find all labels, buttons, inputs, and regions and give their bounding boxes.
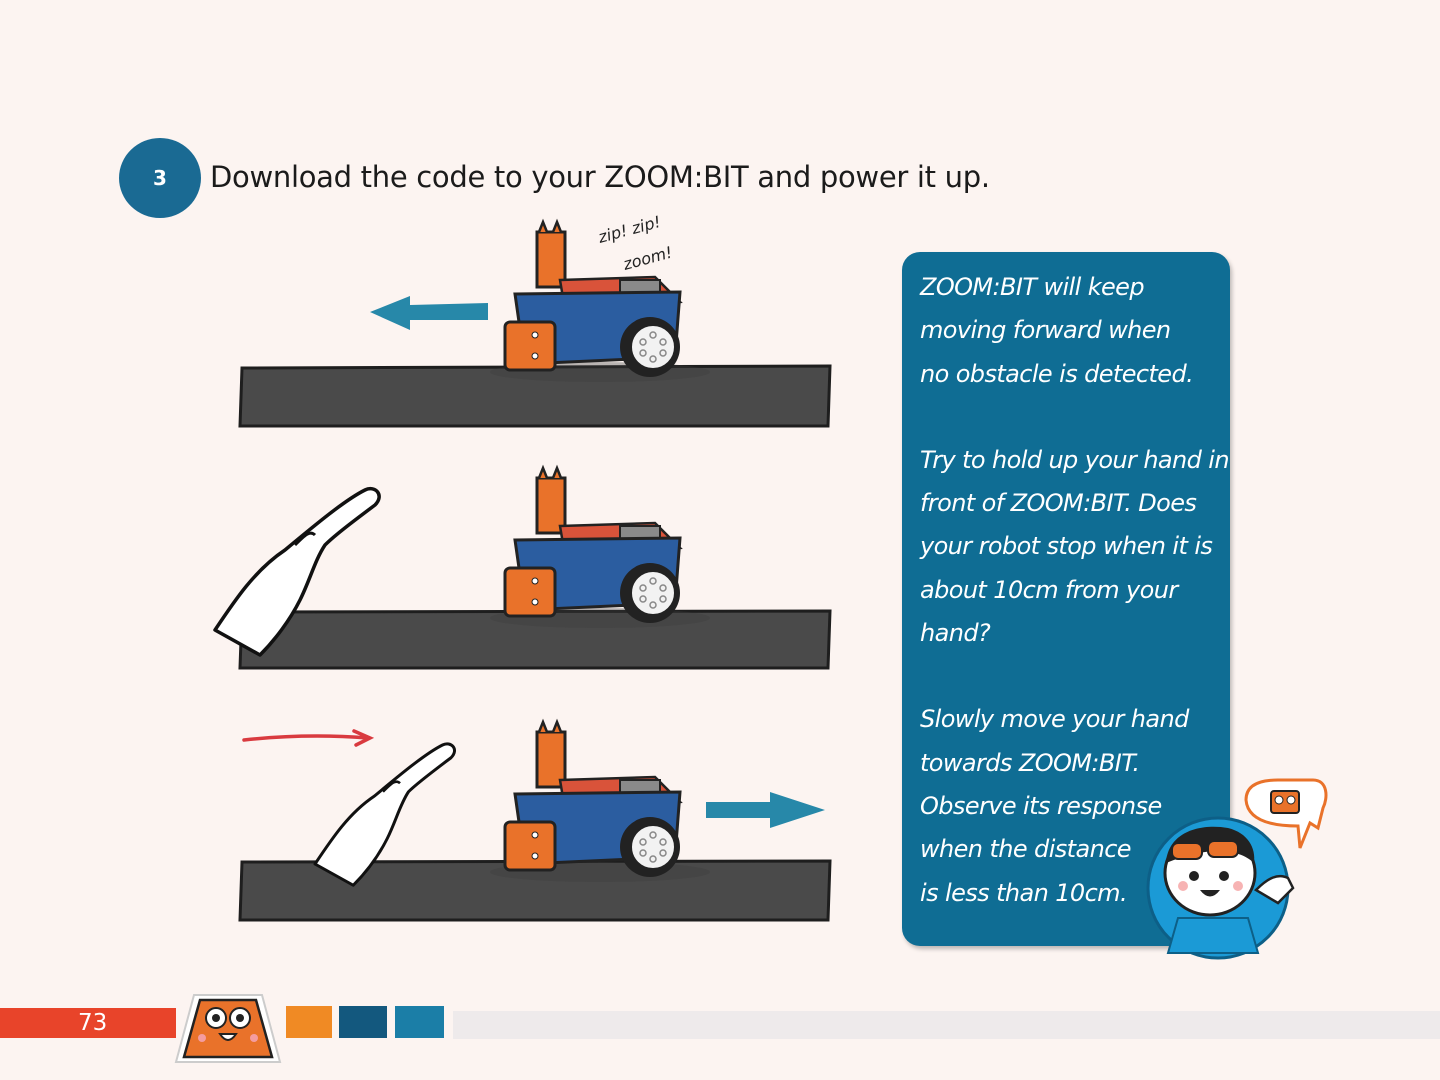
robot-illustration: zip! zip! zoom! [213,215,832,922]
info-line: Try to hold up your hand in [920,445,1230,474]
footer-darkblue-square [339,1006,387,1038]
info-line: about 10cm from your [920,575,1178,604]
left-arrow-icon [370,296,488,330]
robot-2 [488,466,712,630]
step-number-badge: 3 [119,138,201,218]
boy-mascot-icon [1146,778,1328,960]
step-number: 3 [153,166,167,190]
footer-gray-bar [453,1011,1440,1039]
panel-1: zip! zip! zoom! [238,215,832,428]
info-line: Slowly move your hand [920,705,1189,734]
panel-3 [238,720,832,922]
footer-orange-square [286,1006,332,1038]
sound-effect-1: zip! zip! [595,215,663,247]
info-line: ZOOM:BIT will keep [920,273,1145,301]
step-instruction: Download the code to your ZOOM:BIT and p… [210,160,990,194]
sound-effect-2: zoom! [620,243,674,275]
info-paragraph-2: Try to hold up your hand in front of ZOO… [902,439,1230,655]
right-arrow-icon [706,792,825,828]
info-line: front of ZOOM:BIT. Does [920,489,1197,518]
info-line: no obstacle is detected. [920,359,1194,388]
info-paragraph-1: ZOOM:BIT will keep moving forward when n… [902,266,1230,396]
info-line: moving forward when [920,316,1171,345]
panel-2 [213,466,832,670]
red-motion-arrow-icon [242,729,375,747]
zoombit-mascot-icon [174,994,282,1063]
page-number: 73 [78,1010,108,1036]
robot-3 [488,720,712,884]
info-line: hand? [920,619,991,648]
info-line: your robot stop when it is [920,532,1213,561]
footer-blue-square [395,1006,444,1038]
